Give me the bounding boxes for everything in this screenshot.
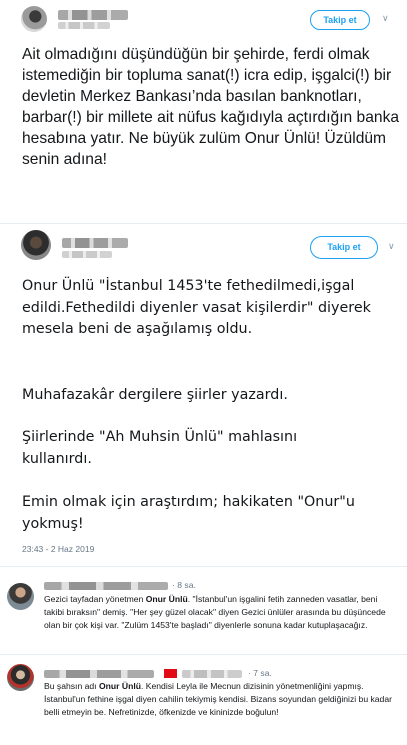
reply-bold-name: Onur Ünlü bbox=[145, 594, 188, 604]
reply-text-lead: Gezici tayfadan yönetmen bbox=[44, 594, 146, 604]
follow-button[interactable]: Takip et bbox=[310, 236, 378, 259]
follow-button[interactable]: Takip et bbox=[310, 10, 370, 30]
tweet-paragraph: Onur Ünlü "İstanbul 1453'te fethedilmedi… bbox=[22, 278, 371, 337]
flag-icon bbox=[164, 669, 177, 678]
author-handle[interactable] bbox=[58, 22, 110, 29]
divider bbox=[0, 223, 407, 224]
reply-author-name[interactable] bbox=[44, 582, 168, 590]
tweet-paragraph: Şiirlerinde "Ah Muhsin Ünlü" mahlasını k… bbox=[22, 429, 298, 467]
reply-avatar[interactable] bbox=[7, 664, 34, 691]
reply-time[interactable]: · 7 sa. bbox=[248, 668, 272, 678]
tweet-paragraph: Muhafazakâr dergilere şiirler yazardı. bbox=[22, 387, 288, 403]
reply-avatar[interactable] bbox=[7, 583, 34, 610]
author-avatar[interactable] bbox=[21, 6, 47, 32]
chevron-down-icon[interactable]: ∨ bbox=[382, 13, 389, 24]
author-name[interactable] bbox=[58, 10, 128, 20]
reply-bold-name: Onur Ünlü bbox=[98, 681, 141, 691]
divider bbox=[0, 654, 407, 655]
tweet-paragraph: Emin olmak için araştırdım; hakikaten "O… bbox=[22, 494, 355, 532]
author-avatar[interactable] bbox=[21, 230, 51, 260]
tweet-timestamp[interactable]: 23:43 - 2 Haz 2019 bbox=[22, 544, 94, 554]
reply-text-lead: Bu şahsın adı bbox=[44, 681, 99, 691]
reply-author-name[interactable] bbox=[44, 670, 154, 678]
divider bbox=[0, 566, 407, 567]
reply-time[interactable]: · 8 sa. bbox=[172, 580, 196, 590]
author-name[interactable] bbox=[62, 238, 128, 248]
author-handle[interactable] bbox=[62, 251, 112, 258]
tweet-text: Ait olmadığını düşündüğün bir şehirde, f… bbox=[22, 46, 400, 168]
reply-text: Bu şahsın adı Onur Ünlü. Kendisi Leyla i… bbox=[44, 680, 396, 718]
reply-author-handle[interactable] bbox=[182, 670, 242, 678]
chevron-down-icon[interactable]: ∨ bbox=[388, 241, 395, 252]
reply-text: Gezici tayfadan yönetmen Onur Ünlü. "İst… bbox=[44, 593, 396, 631]
